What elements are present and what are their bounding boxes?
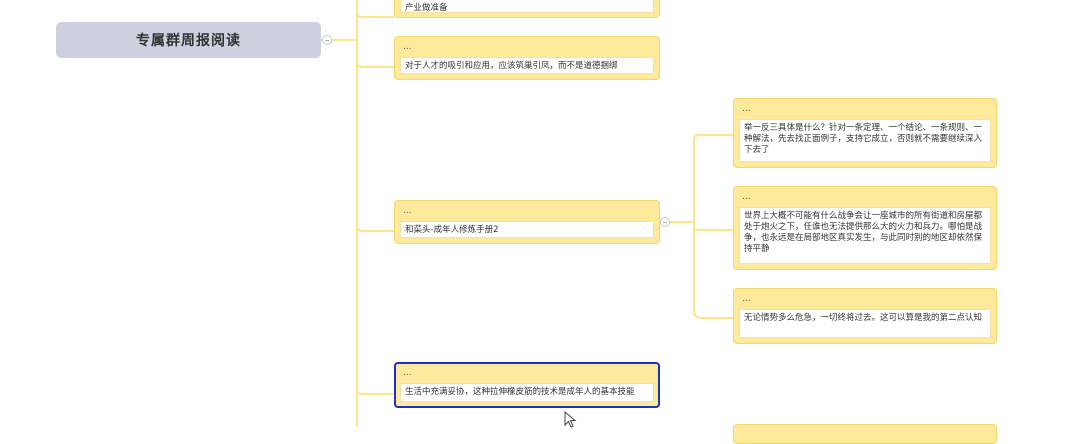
node-title: ... — [742, 104, 751, 114]
node-text: 生活中充满妥协，这种拉伸橡皮筋的技术是成年人的基本技能 — [400, 383, 654, 402]
root-label: 专属群周报阅读 — [136, 33, 241, 49]
node-title: ... — [403, 42, 412, 52]
node-text: 世界上大概不可能有什么战争会让一座城市的所有街道和房屋都处于炮火之下，任谁也无法… — [739, 207, 991, 264]
mindmap-node[interactable]: 产业做准备 — [394, 0, 660, 18]
root-node[interactable]: 专属群周报阅读 — [56, 22, 321, 58]
node-title: ... — [403, 206, 412, 216]
node-text: 对于人才的吸引和应用，应该筑巢引凤，而不是道德捆绑 — [400, 57, 654, 74]
node-title: ... — [742, 294, 751, 304]
mindmap-child-node[interactable]: ... 举一反三具体是什么？针对一条定理、一个结论、一条规则、一种解法，先去找正… — [733, 98, 997, 168]
node-title: ... — [403, 368, 412, 378]
node-text: 和菜头-成年人修炼手册2 — [400, 221, 654, 238]
node-text: 举一反三具体是什么？针对一条定理、一个结论、一条规则、一种解法，先去找正面例子，… — [739, 119, 991, 162]
mindmap-node-selected[interactable]: ... 生活中充满妥协，这种拉伸橡皮筋的技术是成年人的基本技能 — [394, 362, 660, 408]
mindmap-child-node[interactable]: ... 无论情势多么危急，一切终将过去。这可以算是我的第二点认知 — [733, 288, 997, 344]
mindmap-node[interactable]: ... 和菜头-成年人修炼手册2 — [394, 200, 660, 244]
collapse-icon[interactable] — [322, 35, 332, 45]
node-text: 无论情势多么危急，一切终将过去。这可以算是我的第二点认知 — [739, 309, 991, 338]
node-title: ... — [742, 192, 751, 202]
mindmap-child-node[interactable] — [733, 424, 997, 444]
mindmap-canvas[interactable]: 专属群周报阅读 产业做准备 ... 对于人才的吸引和应用，应该筑巢引凤，而不是道… — [0, 0, 1078, 444]
collapse-icon[interactable] — [660, 217, 670, 227]
mindmap-child-node[interactable]: ... 世界上大概不可能有什么战争会让一座城市的所有街道和房屋都处于炮火之下，任… — [733, 186, 997, 270]
mouse-pointer-icon — [564, 411, 577, 428]
mindmap-node[interactable]: ... 对于人才的吸引和应用，应该筑巢引凤，而不是道德捆绑 — [394, 36, 660, 80]
node-text: 产业做准备 — [400, 0, 654, 13]
